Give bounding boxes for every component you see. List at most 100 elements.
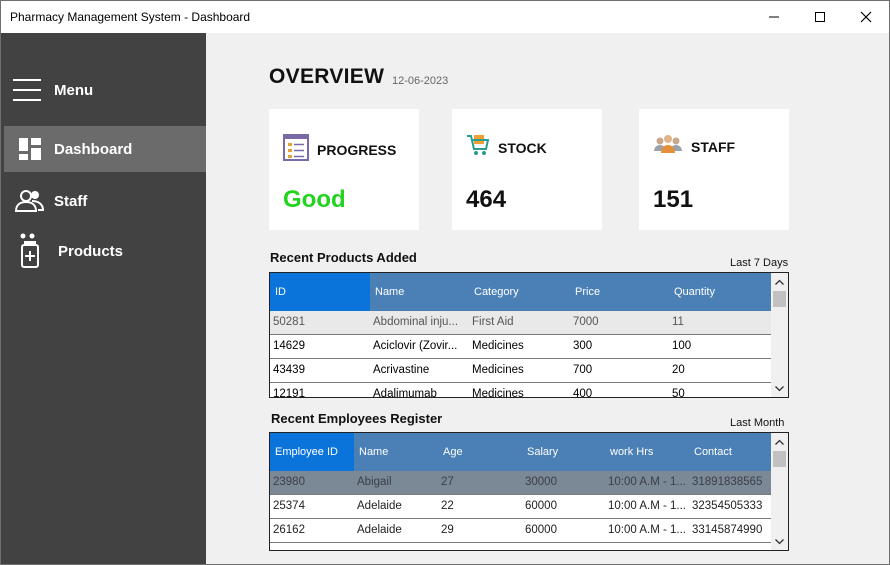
- scroll-up-button[interactable]: [771, 433, 788, 450]
- sidebar-item-products[interactable]: Products: [4, 228, 206, 274]
- column-header[interactable]: ID: [270, 273, 370, 311]
- table-header: ID Name Category Price Quantity: [270, 273, 772, 311]
- sidebar: Menu Dashboard Staff Products: [1, 33, 206, 564]
- table-cell: 32354505333: [692, 500, 763, 512]
- staff-card-title: STAFF: [691, 138, 736, 155]
- table-cell: 10:00 A.M - 1...: [608, 476, 686, 488]
- sidebar-item-dashboard[interactable]: Dashboard: [4, 126, 206, 172]
- table-cell: 26162: [273, 524, 305, 536]
- table-cell: 30000: [525, 476, 557, 488]
- products-range: Last 7 Days: [730, 257, 789, 269]
- table-cell: 33145874990: [692, 524, 763, 536]
- table-cell: Adelaide: [357, 500, 402, 512]
- table-row[interactable]: 23980 Abigail 27 30000 10:00 A.M - 1... …: [270, 471, 772, 495]
- products-icon: [10, 233, 50, 269]
- products-section-title: Recent Products Added: [270, 250, 417, 265]
- sidebar-item-label: Dashboard: [54, 140, 133, 158]
- progress-card: PROGRESS Good: [269, 109, 419, 230]
- column-header[interactable]: Name: [354, 433, 438, 471]
- employees-table[interactable]: Employee ID Name Age Salary work Hrs Con…: [269, 432, 789, 551]
- scroll-down-button[interactable]: [771, 380, 788, 397]
- sidebar-item-label: Products: [58, 242, 124, 260]
- column-header[interactable]: Age: [438, 433, 522, 471]
- chevron-down-icon: [775, 538, 784, 544]
- maximize-button[interactable]: [797, 1, 843, 33]
- column-header[interactable]: Name: [370, 273, 469, 311]
- table-cell: 31891838565: [692, 476, 763, 488]
- employees-range: Last Month: [730, 417, 785, 429]
- table-cell: Abigail: [357, 476, 392, 488]
- table-cell: 300: [573, 340, 593, 352]
- table-row[interactable]: 43439 Acrivastine Medicines 700 20: [270, 359, 772, 383]
- scroll-down-button[interactable]: [771, 533, 788, 550]
- scroll-up-button[interactable]: [771, 273, 788, 290]
- table-cell: 60000: [525, 500, 557, 512]
- column-header[interactable]: work Hrs: [605, 433, 689, 471]
- table-cell: 50281: [273, 316, 305, 328]
- table-cell: Adalimumab: [373, 388, 437, 398]
- maximize-icon: [815, 12, 825, 22]
- products-scrollbar[interactable]: [771, 273, 788, 397]
- people-group-icon: [653, 133, 683, 160]
- progress-card-value: Good: [283, 186, 346, 213]
- menu-toggle[interactable]: Menu: [13, 79, 93, 101]
- table-cell: 700: [573, 364, 593, 376]
- hamburger-icon[interactable]: [13, 79, 41, 101]
- table-cell: 20: [672, 364, 685, 376]
- table-row[interactable]: 14629 Aciclovir (Zovir... Medicines 300 …: [270, 335, 772, 359]
- sidebar-item-label: Staff: [54, 192, 88, 210]
- table-row[interactable]: 50281 Abdominal inju... First Aid 7000 1…: [270, 311, 772, 335]
- table-cell: Medicines: [472, 388, 524, 398]
- table-cell: Medicines: [472, 340, 524, 352]
- progress-card-title: PROGRESS: [317, 141, 397, 158]
- scroll-thumb[interactable]: [773, 451, 786, 467]
- overview-date: 12-06-2023: [392, 75, 449, 87]
- table-cell: 50: [672, 388, 685, 398]
- column-header[interactable]: Quantity: [669, 273, 772, 311]
- table-cell: First Aid: [472, 316, 514, 328]
- stock-card: STOCK 464: [452, 109, 602, 230]
- column-header[interactable]: Employee ID: [270, 433, 354, 471]
- staff-card-value: 151: [653, 186, 694, 213]
- title-bar[interactable]: Pharmacy Management System - Dashboard: [1, 1, 889, 33]
- column-header[interactable]: Contact: [689, 433, 772, 471]
- table-cell: 43439: [273, 364, 305, 376]
- column-header[interactable]: Category: [469, 273, 570, 311]
- table-cell: 23980: [273, 476, 305, 488]
- column-header[interactable]: Salary: [522, 433, 605, 471]
- sidebar-item-staff[interactable]: Staff: [4, 178, 206, 224]
- chevron-up-icon: [775, 439, 784, 445]
- shopping-cart-icon: [466, 133, 490, 162]
- progress-checklist-icon: [283, 133, 309, 166]
- table-cell: Medicines: [472, 364, 524, 376]
- stock-card-value: 464: [466, 186, 507, 213]
- table-cell: Aciclovir (Zovir...: [373, 340, 458, 352]
- table-cell: 60000: [525, 524, 557, 536]
- table-cell: 100: [672, 340, 692, 352]
- scroll-thumb[interactable]: [773, 291, 786, 307]
- employees-scrollbar[interactable]: [771, 433, 788, 550]
- table-row[interactable]: 12191 Adalimumab Medicines 400 50: [270, 383, 772, 398]
- table-cell: 12191: [273, 388, 305, 398]
- column-header[interactable]: Price: [570, 273, 669, 311]
- table-row[interactable]: 26162 Adelaide 29 60000 10:00 A.M - 1...…: [270, 519, 772, 543]
- dashboard-icon: [10, 137, 50, 161]
- staff-card: STAFF 151: [639, 109, 789, 230]
- close-button[interactable]: [843, 1, 889, 33]
- main-content: OVERVIEW 12-06-2023 PROGRESS Good STOCK …: [206, 33, 889, 564]
- table-cell: Adelaide: [357, 524, 402, 536]
- table-cell: 14629: [273, 340, 305, 352]
- table-cell: 7000: [573, 316, 599, 328]
- products-table[interactable]: ID Name Category Price Quantity 50281 Ab…: [269, 272, 789, 398]
- table-cell: Acrivastine: [373, 364, 430, 376]
- table-row[interactable]: 25374 Adelaide 22 60000 10:00 A.M - 1...…: [270, 495, 772, 519]
- table-cell: 10:00 A.M - 1...: [608, 500, 686, 512]
- minimize-icon: [769, 16, 779, 18]
- minimize-button[interactable]: [751, 1, 797, 33]
- staff-icon: [10, 189, 50, 213]
- table-header: Employee ID Name Age Salary work Hrs Con…: [270, 433, 772, 471]
- table-cell: 11: [672, 316, 684, 328]
- table-cell: 10:00 A.M - 1...: [608, 524, 686, 536]
- stock-card-title: STOCK: [498, 139, 547, 156]
- table-cell: Abdominal inju...: [373, 316, 459, 328]
